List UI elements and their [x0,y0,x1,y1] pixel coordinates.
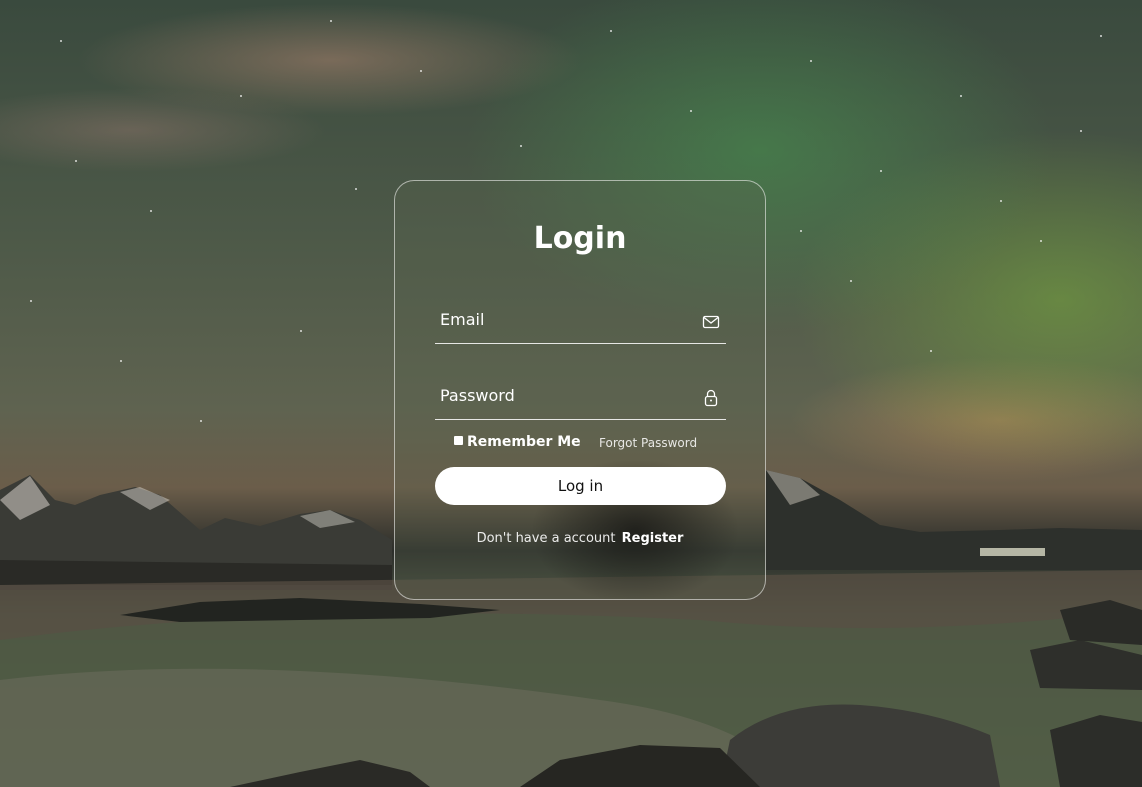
forgot-password-link[interactable]: Forgot Password [599,436,697,450]
remember-me-label[interactable]: Remember Me [467,434,581,450]
remember-me-checkbox[interactable] [454,436,463,445]
register-row: Don't have a account Register [395,531,765,546]
email-field [435,299,726,344]
email-input[interactable] [435,299,690,339]
card-shadow-overlay [505,441,765,599]
envelope-icon [702,315,720,329]
register-prompt: Don't have a account [476,531,616,546]
password-field [435,375,726,420]
login-title: Login [533,221,627,256]
options-row: Remember Me Forgot Password [453,434,713,454]
password-input[interactable] [435,375,690,415]
login-card: Login Remember Me Forgot Password Log in… [394,180,766,600]
lock-icon [704,389,718,407]
register-link[interactable]: Register [622,531,684,546]
login-button[interactable]: Log in [435,467,726,505]
background-scene: Login Remember Me Forgot Password Log in… [0,0,1142,787]
